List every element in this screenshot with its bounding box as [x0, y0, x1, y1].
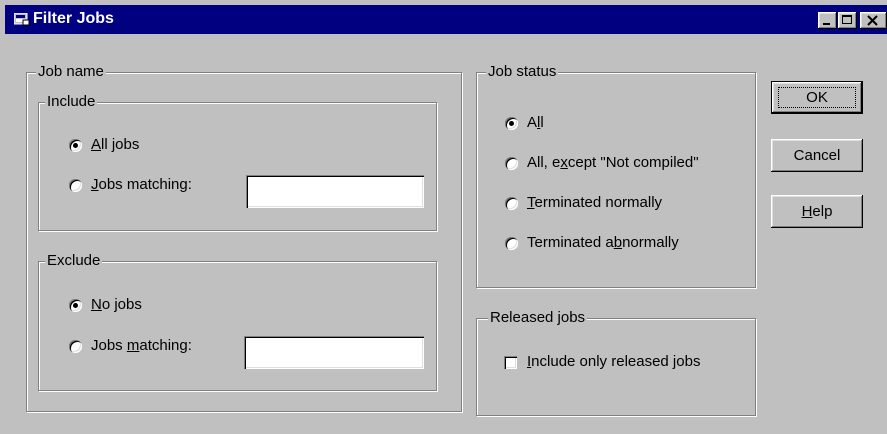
include-only-released-label[interactable]: Include only released jobs — [527, 352, 700, 372]
window-title: Filter Jobs — [33, 10, 114, 27]
status-all-except-not-compiled-radio[interactable] — [505, 157, 518, 170]
close-button[interactable] — [860, 12, 887, 29]
minimize-icon — [823, 23, 830, 25]
exclude-no-jobs-radio[interactable] — [69, 299, 82, 312]
filter-jobs-dialog: Filter Jobs Job name Include All jobs Jo… — [0, 0, 887, 434]
close-icon — [867, 15, 878, 26]
exclude-legend: Exclude — [45, 251, 103, 271]
status-terminated-abnormally-radio[interactable] — [505, 237, 518, 250]
status-all-label[interactable]: All — [527, 113, 544, 133]
include-legend: Include — [45, 92, 98, 112]
job-name-legend: Job name — [36, 62, 106, 82]
job-name-group: Job name Include All jobs Jobs matching:… — [26, 62, 462, 412]
include-pattern-input[interactable] — [246, 175, 424, 208]
cancel-button[interactable]: Cancel — [771, 139, 863, 172]
maximize-icon — [842, 15, 852, 24]
radio-selected-dot — [73, 143, 78, 148]
focus-rectangle — [778, 87, 856, 108]
title-bar[interactable]: Filter Jobs — [5, 5, 887, 34]
include-all-jobs-label[interactable]: All jobs — [91, 135, 139, 155]
exclude-jobs-matching-label[interactable]: Jobs matching: — [91, 336, 192, 356]
include-jobs-matching-label[interactable]: Jobs matching: — [91, 175, 192, 195]
maximize-button[interactable] — [838, 12, 857, 29]
include-group: Include All jobs Jobs matching: — [38, 92, 437, 231]
exclude-jobs-matching-radio[interactable] — [69, 340, 82, 353]
exclude-group: Exclude No jobs Jobs matching: — [38, 251, 437, 391]
status-terminated-abnormally-label[interactable]: Terminated abnormally — [527, 233, 679, 253]
help-button[interactable]: Help — [771, 195, 863, 228]
include-only-released-checkbox[interactable] — [504, 356, 517, 369]
include-jobs-matching-radio[interactable] — [69, 179, 82, 192]
minimize-button[interactable] — [818, 12, 837, 29]
exclude-pattern-input[interactable] — [244, 336, 424, 369]
status-all-radio[interactable] — [505, 117, 518, 130]
job-status-legend: Job status — [486, 62, 559, 82]
cancel-button-label: Cancel — [793, 147, 841, 164]
status-all-except-not-compiled-label[interactable]: All, except "Not compiled" — [527, 153, 699, 173]
status-terminated-normally-radio[interactable] — [505, 197, 518, 210]
help-button-label: Help — [801, 203, 833, 220]
job-status-group: Job status All All, except "Not compiled… — [476, 62, 756, 288]
ok-button[interactable]: OK — [771, 81, 863, 114]
include-all-jobs-radio[interactable] — [69, 139, 82, 152]
radio-selected-dot — [509, 121, 514, 126]
released-jobs-group: Released jobs Include only released jobs — [476, 308, 756, 416]
status-terminated-normally-label[interactable]: Terminated normally — [527, 193, 662, 213]
released-jobs-legend: Released jobs — [488, 308, 588, 328]
exclude-no-jobs-label[interactable]: No jobs — [91, 295, 142, 315]
window-app-icon[interactable] — [14, 13, 30, 26]
radio-selected-dot — [73, 303, 78, 308]
